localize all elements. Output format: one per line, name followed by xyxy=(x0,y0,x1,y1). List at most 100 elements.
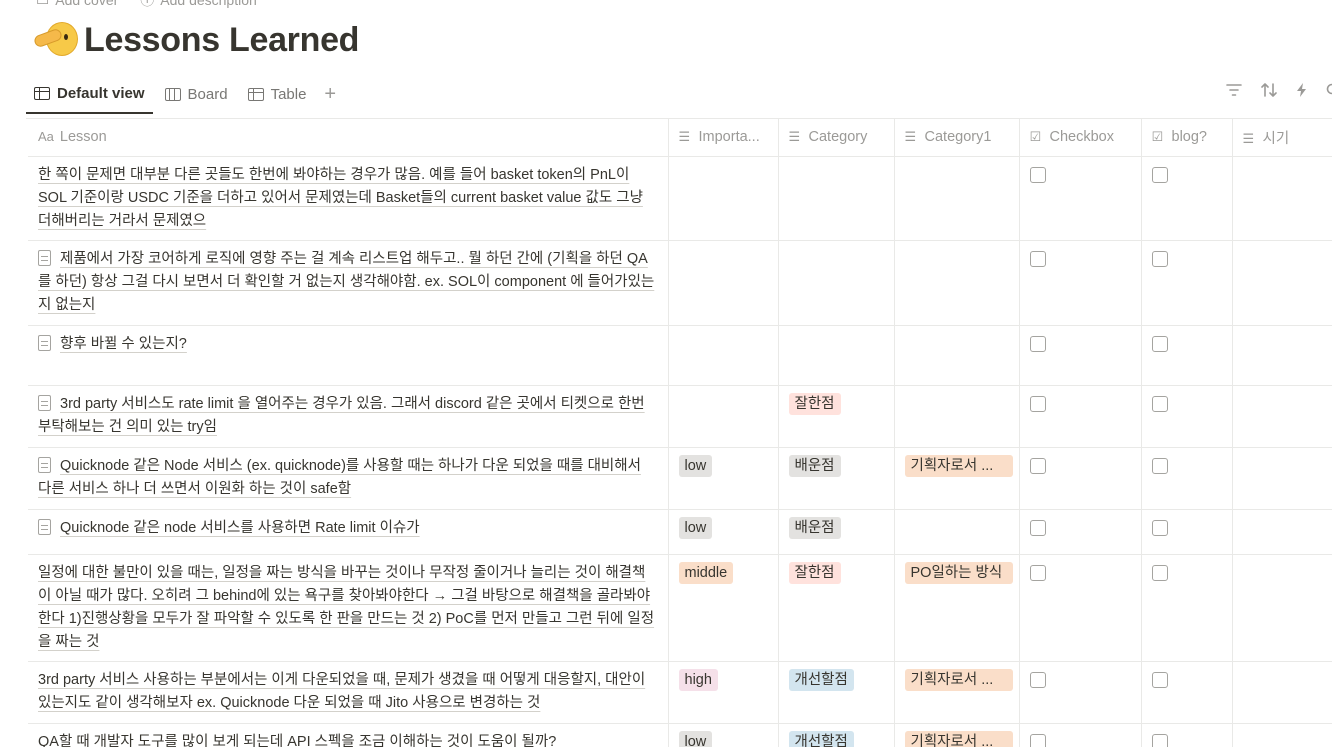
table-row[interactable]: Quicknode 같은 node 서비스를 사용하면 Rate limit 이… xyxy=(28,509,1332,555)
checkbox-checkbox[interactable] xyxy=(1029,519,1046,536)
lesson-cell[interactable]: 제품에서 가장 코어하게 로직에 영향 주는 걸 계속 리스트업 해두고.. 뭘… xyxy=(28,240,669,326)
lesson-cell[interactable]: Quicknode 같은 Node 서비스 (ex. quicknode)를 사… xyxy=(28,447,669,510)
checkbox-checkbox[interactable] xyxy=(1029,733,1046,747)
checkbox-checkbox[interactable] xyxy=(1029,166,1046,183)
period-cell[interactable] xyxy=(1232,156,1332,241)
column-header-importance[interactable]: ☰ Importa... xyxy=(668,119,779,157)
lesson-cell[interactable]: Quicknode 같은 node 서비스를 사용하면 Rate limit 이… xyxy=(28,509,669,555)
category1-cell[interactable] xyxy=(894,325,1020,386)
category-cell[interactable]: 잘한점 xyxy=(778,385,895,448)
blog-checkbox[interactable] xyxy=(1151,457,1168,474)
add-description-button[interactable]: ⓘ Add description xyxy=(140,0,257,10)
category-cell[interactable] xyxy=(778,325,895,386)
table-icon xyxy=(247,87,264,101)
lesson-cell[interactable]: 향후 바뀔 수 있는지? xyxy=(28,325,669,386)
category1-cell[interactable]: 기획자로서 ... xyxy=(894,447,1020,510)
add-view-button[interactable]: + xyxy=(318,84,342,104)
column-header-category[interactable]: ☰ Category xyxy=(778,119,895,157)
category1-cell[interactable]: PO일하는 방식 xyxy=(894,554,1020,662)
period-cell[interactable] xyxy=(1232,509,1332,555)
category-cell[interactable]: 개선할점 xyxy=(778,723,895,747)
category1-cell[interactable]: 기획자로서 ... xyxy=(894,661,1020,724)
importance-cell[interactable] xyxy=(668,240,779,326)
blog-checkbox[interactable] xyxy=(1151,671,1168,688)
table-row[interactable]: 향후 바뀔 수 있는지? xyxy=(28,325,1332,386)
blog-checkbox[interactable] xyxy=(1151,335,1168,352)
checkbox-cell xyxy=(1019,723,1142,747)
importance-cell[interactable]: middle xyxy=(668,554,779,662)
column-header-checkbox[interactable]: ☑ Checkbox xyxy=(1019,119,1142,157)
category-cell[interactable]: 배운점 xyxy=(778,447,895,510)
importance-cell[interactable] xyxy=(668,156,779,241)
lesson-cell[interactable]: 일정에 대한 불만이 있을 때는, 일정을 짜는 방식을 바꾸는 것이나 무작정… xyxy=(28,554,669,662)
category-cell[interactable] xyxy=(778,240,895,326)
table-row[interactable]: 제품에서 가장 코어하게 로직에 영향 주는 걸 계속 리스트업 해두고.. 뭘… xyxy=(28,240,1332,326)
category1-cell[interactable] xyxy=(894,156,1020,241)
checkbox-cell xyxy=(1019,385,1142,448)
table-row[interactable]: 한 쪽이 문제면 대부분 다른 곳들도 한번에 봐야하는 경우가 많음. 예를 … xyxy=(28,156,1332,241)
lesson-cell[interactable]: 3rd party 서비스도 rate limit 을 열어주는 경우가 있음.… xyxy=(28,385,669,448)
lightning-icon[interactable] xyxy=(1296,82,1308,103)
blog-checkbox[interactable] xyxy=(1151,733,1168,747)
category1-cell[interactable] xyxy=(894,240,1020,326)
checkbox-checkbox[interactable] xyxy=(1029,250,1046,267)
category-cell[interactable]: 개선할점 xyxy=(778,661,895,724)
filter-icon[interactable] xyxy=(1226,83,1242,102)
lesson-cell[interactable]: QA할 때 개발자 도구를 많이 보게 되는데 API 스펙을 조금 이해하는 … xyxy=(28,723,669,747)
tab-label: Table xyxy=(270,85,307,103)
period-cell[interactable] xyxy=(1232,447,1332,510)
page-icon[interactable] xyxy=(32,18,78,62)
column-header-blog[interactable]: ☑ blog? xyxy=(1141,119,1233,157)
checkbox-checkbox[interactable] xyxy=(1029,671,1046,688)
add-cover-button[interactable]: ▭ Add cover xyxy=(36,0,118,10)
importance-cell[interactable]: high xyxy=(668,661,779,724)
importance-cell[interactable]: low xyxy=(668,509,779,555)
category1-cell[interactable] xyxy=(894,385,1020,448)
category1-cell[interactable]: 기획자로서 ... xyxy=(894,723,1020,747)
period-cell[interactable] xyxy=(1232,554,1332,662)
checkbox-checkbox[interactable] xyxy=(1029,564,1046,581)
table-row[interactable]: QA할 때 개발자 도구를 많이 보게 되는데 API 스펙을 조금 이해하는 … xyxy=(28,723,1332,747)
page-title[interactable]: Lessons Learned xyxy=(84,21,359,60)
blog-checkbox[interactable] xyxy=(1151,166,1168,183)
category-cell[interactable] xyxy=(778,156,895,241)
page-icon xyxy=(38,518,51,535)
column-header-period[interactable]: ☰ 시기 xyxy=(1232,119,1332,157)
importance-cell[interactable]: low xyxy=(668,447,779,510)
column-label: Category1 xyxy=(924,129,992,146)
category1-cell[interactable] xyxy=(894,509,1020,555)
period-cell[interactable] xyxy=(1232,325,1332,386)
category-cell[interactable]: 배운점 xyxy=(778,509,895,555)
period-cell[interactable] xyxy=(1232,661,1332,724)
blog-checkbox[interactable] xyxy=(1151,395,1168,412)
table-row[interactable]: Quicknode 같은 Node 서비스 (ex. quicknode)를 사… xyxy=(28,447,1332,510)
view-tabs: Default view Board Table + xyxy=(26,74,342,114)
importance-cell[interactable]: low xyxy=(668,723,779,747)
period-cell[interactable] xyxy=(1232,385,1332,448)
blog-checkbox[interactable] xyxy=(1151,564,1168,581)
search-icon[interactable] xyxy=(1326,83,1332,102)
lesson-cell[interactable]: 한 쪽이 문제면 대부분 다른 곳들도 한번에 봐야하는 경우가 많음. 예를 … xyxy=(28,156,669,241)
period-cell[interactable] xyxy=(1232,723,1332,747)
checkbox-checkbox[interactable] xyxy=(1029,457,1046,474)
lesson-text: 향후 바뀔 수 있는지? xyxy=(60,335,187,352)
table-row[interactable]: 3rd party 서비스도 rate limit 을 열어주는 경우가 있음.… xyxy=(28,385,1332,448)
checkbox-checkbox[interactable] xyxy=(1029,395,1046,412)
tab-default-view[interactable]: Default view xyxy=(26,74,153,114)
blog-checkbox[interactable] xyxy=(1151,250,1168,267)
checkbox-checkbox[interactable] xyxy=(1029,335,1046,352)
importance-cell[interactable] xyxy=(668,325,779,386)
sort-icon[interactable] xyxy=(1260,82,1278,103)
lesson-cell[interactable]: 3rd party 서비스 사용하는 부분에서는 이게 다운되었을 때, 문제가… xyxy=(28,661,669,724)
blog-checkbox[interactable] xyxy=(1151,519,1168,536)
category-cell[interactable]: 잘한점 xyxy=(778,554,895,662)
column-header-lesson[interactable]: Aa Lesson xyxy=(28,119,669,157)
period-cell[interactable] xyxy=(1232,240,1332,326)
tab-table[interactable]: Table xyxy=(240,74,315,114)
importance-cell[interactable] xyxy=(668,385,779,448)
table-row[interactable]: 3rd party 서비스 사용하는 부분에서는 이게 다운되었을 때, 문제가… xyxy=(28,661,1332,724)
column-header-category1[interactable]: ☰ Category1 xyxy=(894,119,1020,157)
tab-board[interactable]: Board xyxy=(157,74,236,114)
table-row[interactable]: 일정에 대한 불만이 있을 때는, 일정을 짜는 방식을 바꾸는 것이나 무작정… xyxy=(28,554,1332,662)
category-tag: 개선할점 xyxy=(788,668,854,691)
